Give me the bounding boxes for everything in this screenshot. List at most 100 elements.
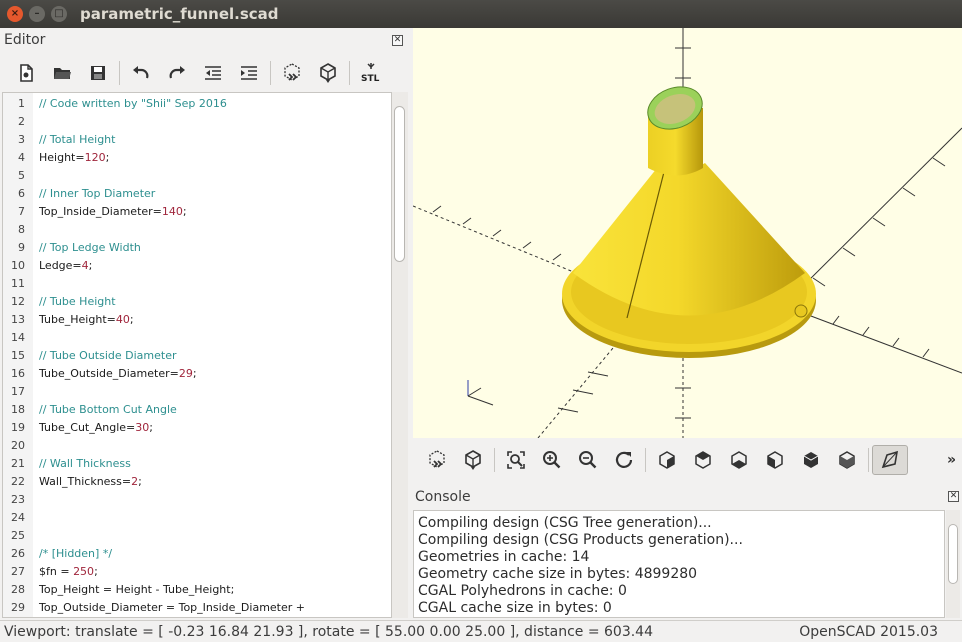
line-number: 21	[11, 457, 25, 470]
code-line[interactable]: 4 Height=120;	[3, 149, 391, 167]
code-text: $fn = 250;	[39, 565, 98, 578]
view-bottom-button[interactable]	[721, 445, 757, 475]
redo-button[interactable]	[159, 58, 195, 88]
more-icon[interactable]: »	[947, 452, 956, 468]
console-close-icon[interactable]: ✕	[948, 491, 959, 502]
code-line[interactable]: 26 /* [Hidden] */	[3, 545, 391, 563]
code-line[interactable]: 2	[3, 113, 391, 131]
line-number: 28	[11, 583, 25, 596]
indent-button[interactable]	[231, 58, 267, 88]
line-number: 8	[18, 223, 25, 236]
code-line[interactable]: 1 // Code written by "Shii" Sep 2016	[3, 95, 391, 113]
code-line[interactable]: 19 Tube_Cut_Angle=30;	[3, 419, 391, 437]
code-line[interactable]: 14	[3, 329, 391, 347]
line-number: 29	[11, 601, 25, 614]
render-button[interactable]	[310, 58, 346, 88]
code-text: // Wall Thickness	[39, 457, 131, 470]
editor-close-icon[interactable]: ✕	[392, 35, 403, 46]
console-scrollbar-thumb[interactable]	[948, 524, 958, 584]
code-text: // Tube Height	[39, 295, 116, 308]
view-all-icon	[507, 451, 525, 469]
code-line[interactable]: 21 // Wall Thickness	[3, 455, 391, 473]
perspective-toggle[interactable]	[872, 445, 908, 475]
open-file-button[interactable]	[44, 58, 80, 88]
code-text: // Top Ledge Width	[39, 241, 141, 254]
zoom-in-button[interactable]	[534, 445, 570, 475]
render-button[interactable]	[455, 445, 491, 475]
view-right-button[interactable]	[649, 445, 685, 475]
reset-view-button[interactable]	[606, 445, 642, 475]
preview-icon	[284, 63, 300, 81]
code-line[interactable]: 24	[3, 509, 391, 527]
line-number: 6	[18, 187, 25, 200]
code-line[interactable]: 29 Top_Outside_Diameter = Top_Inside_Diam…	[3, 599, 391, 617]
code-editor[interactable]: 1// Code written by "Shii" Sep 2016 2 3// …	[2, 92, 392, 618]
code-line[interactable]: 22 Wall_Thickness=2;	[3, 473, 391, 491]
code-line[interactable]: 27 $fn = 250;	[3, 563, 391, 581]
code-line[interactable]: 17	[3, 383, 391, 401]
line-number: 25	[11, 529, 25, 542]
line-number: 15	[11, 349, 25, 362]
code-line[interactable]: 10 Ledge=4;	[3, 257, 391, 275]
view-all-button[interactable]	[498, 445, 534, 475]
code-line[interactable]: 23	[3, 491, 391, 509]
line-number: 7	[18, 205, 25, 218]
minimize-window-button[interactable]: –	[29, 6, 45, 22]
code-line[interactable]: 5	[3, 167, 391, 185]
code-text: Top_Outside_Diameter = Top_Inside_Diamet…	[39, 601, 305, 614]
unindent-icon	[205, 66, 221, 80]
view-top-icon	[695, 451, 711, 469]
code-line[interactable]: 25	[3, 527, 391, 545]
version-label: OpenSCAD 2015.03	[799, 624, 938, 640]
view-left-button[interactable]	[757, 445, 793, 475]
title-bar: × – □ parametric_funnel.scad	[0, 0, 962, 28]
code-line[interactable]: 16 Tube_Outside_Diameter=29;	[3, 365, 391, 383]
code-line[interactable]: 15 // Tube Outside Diameter	[3, 347, 391, 365]
code-line[interactable]: 20	[3, 437, 391, 455]
open-file-icon	[54, 68, 71, 79]
code-line[interactable]: 13 Tube_Height=40;	[3, 311, 391, 329]
save-button[interactable]	[80, 58, 116, 88]
code-text: Ledge=4;	[39, 259, 93, 272]
code-line[interactable]: 12 // Tube Height	[3, 293, 391, 311]
close-window-button[interactable]: ×	[7, 6, 23, 22]
view-back-button[interactable]	[829, 445, 865, 475]
code-line[interactable]: 8	[3, 221, 391, 239]
code-line[interactable]: 3 // Total Height	[3, 131, 391, 149]
3d-viewport[interactable]	[413, 28, 962, 438]
maximize-window-button[interactable]: □	[51, 6, 67, 22]
code-line[interactable]: 7 Top_Inside_Diameter=140;	[3, 203, 391, 221]
undo-button[interactable]	[123, 58, 159, 88]
export-stl-button[interactable]: STL	[353, 58, 389, 88]
code-text: Top_Height = Height - Tube_Height;	[39, 583, 235, 596]
console-line: Geometry cache size in bytes: 4899280	[418, 566, 698, 582]
line-number: 18	[11, 403, 25, 416]
zoom-in-icon	[543, 451, 561, 469]
code-line[interactable]: 9 // Top Ledge Width	[3, 239, 391, 257]
preview-icon	[429, 450, 445, 468]
code-line[interactable]: 11	[3, 275, 391, 293]
code-line[interactable]: 28 Top_Height = Height - Tube_Height;	[3, 581, 391, 599]
line-number: 12	[11, 295, 25, 308]
preview-button[interactable]	[419, 445, 455, 475]
editor-toolbar: STL	[0, 56, 410, 90]
editor-title: Editor	[4, 32, 46, 48]
line-number: 14	[11, 331, 25, 344]
zoom-out-button[interactable]	[570, 445, 606, 475]
code-text: Tube_Height=40;	[39, 313, 134, 326]
funnel-cone	[573, 163, 805, 316]
funnel-hanging-tab	[794, 304, 808, 318]
code-line[interactable]: 18 // Tube Bottom Cut Angle	[3, 401, 391, 419]
editor-scrollbar-thumb[interactable]	[394, 106, 405, 262]
view-toolbar: »	[413, 440, 962, 480]
editor-scrollbar[interactable]	[392, 92, 408, 618]
view-front-button[interactable]	[793, 445, 829, 475]
new-file-button[interactable]	[8, 58, 44, 88]
preview-button[interactable]	[274, 58, 310, 88]
unindent-button[interactable]	[195, 58, 231, 88]
view-top-button[interactable]	[685, 445, 721, 475]
console-scrollbar[interactable]	[946, 510, 960, 618]
export-stl-icon: STL	[361, 63, 380, 84]
console-line: Compiling design (CSG Tree generation)..…	[418, 515, 712, 531]
code-line[interactable]: 6 // Inner Top Diameter	[3, 185, 391, 203]
